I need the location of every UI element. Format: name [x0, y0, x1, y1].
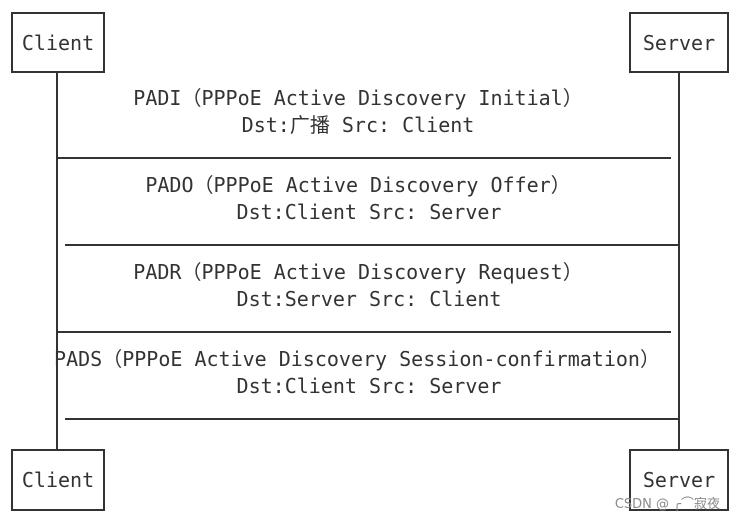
server-bottom-label: Server: [642, 468, 716, 492]
message-pads-line: [65, 418, 679, 420]
message-pado-addr: Dst:Client Src: Server: [236, 200, 502, 224]
message-padr-line: [57, 331, 671, 333]
message-padr-addr: Dst:Server Src: Client: [236, 287, 502, 311]
message-pado-line: [65, 244, 679, 246]
server-top-box: Server: [629, 12, 729, 73]
message-pads-addr: Dst:Client Src: Server: [236, 374, 502, 398]
client-top-label: Client: [21, 30, 95, 55]
message-padi-title: PADI（PPPoE Active Discovery Initial）: [133, 86, 583, 110]
client-top-box: Client: [11, 12, 105, 73]
message-pado-title: PADO（PPPoE Active Discovery Offer）: [145, 173, 571, 197]
csdn-watermark: CSDN @ ╭⌒寂夜: [614, 497, 720, 512]
client-bottom-box: Client: [11, 449, 105, 511]
message-padr-title: PADR（PPPoE Active Discovery Request）: [133, 260, 583, 284]
message-padi-addr: Dst:广播 Src: Client: [241, 113, 475, 137]
message-pads-title: PADS（PPPoE Active Discovery Session-conf…: [54, 347, 660, 371]
server-top-label: Server: [642, 30, 716, 55]
client-bottom-label: Client: [21, 468, 95, 492]
message-padi-line: [57, 157, 671, 159]
